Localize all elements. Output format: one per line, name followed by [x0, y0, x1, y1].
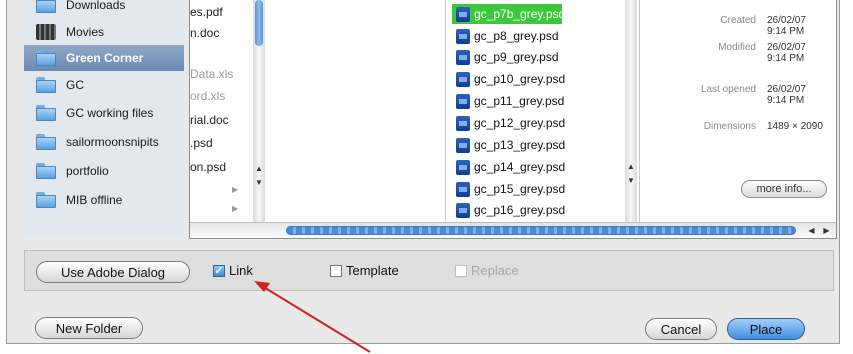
annotation-arrow	[254, 281, 371, 353]
arrow-shaft	[261, 285, 371, 353]
